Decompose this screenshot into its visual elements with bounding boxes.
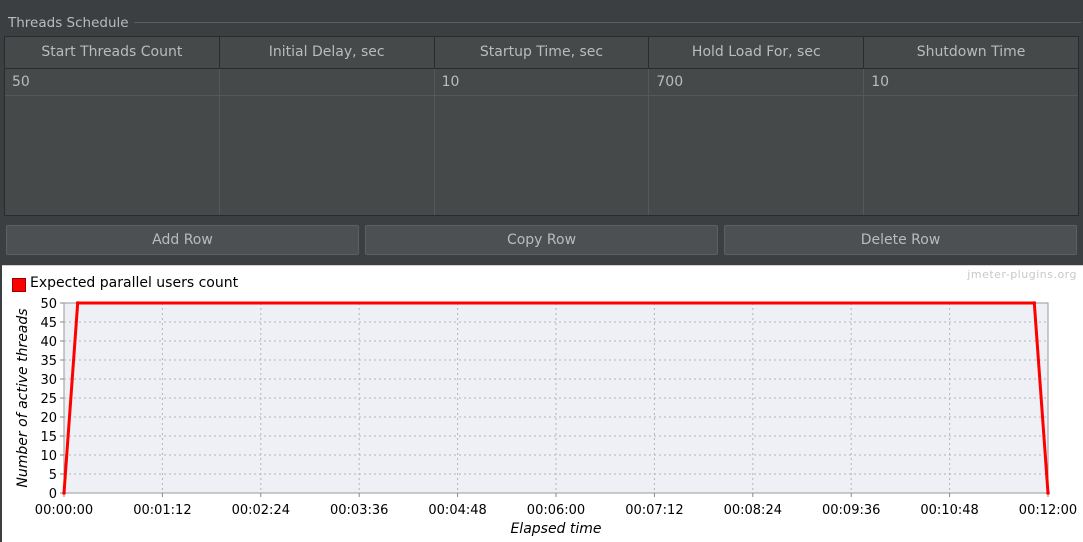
table-column: 700 (649, 69, 865, 215)
column-header-initial-delay[interactable]: Initial Delay, sec (220, 37, 435, 68)
x-tick-label: 00:00:00 (35, 503, 93, 518)
legend-swatch-icon (12, 278, 26, 292)
x-tick-label: 00:02:24 (232, 503, 290, 518)
y-tick-label: 20 (40, 411, 57, 426)
x-tick-label: 00:01:12 (133, 503, 191, 518)
table-column: 50 (5, 69, 220, 215)
threads-schedule-table[interactable]: Start Threads Count Initial Delay, sec S… (4, 36, 1079, 216)
table-column (219, 69, 435, 215)
y-tick-label: 40 (40, 335, 57, 350)
panel-title: Threads Schedule (8, 15, 134, 31)
x-tick-label: 00:06:00 (527, 503, 585, 518)
x-tick-label: 00:09:36 (822, 503, 880, 518)
column-header-startup-time[interactable]: Startup Time, sec (435, 37, 650, 68)
table-column: 10 (864, 69, 1078, 215)
x-tick-label: 00:12:00 (1019, 503, 1077, 518)
x-tick-label: 00:10:48 (920, 503, 978, 518)
copy-row-button[interactable]: Copy Row (365, 225, 718, 255)
table-cell-start-threads[interactable]: 50 (5, 69, 219, 96)
y-tick-label: 15 (40, 430, 57, 445)
column-header-hold-load[interactable]: Hold Load For, sec (649, 37, 865, 68)
column-header-start-threads[interactable]: Start Threads Count (5, 37, 220, 68)
x-axis-title: Elapsed time (510, 521, 601, 537)
y-tick-label: 5 (49, 468, 57, 483)
column-header-shutdown-time[interactable]: Shutdown Time (864, 37, 1078, 68)
y-tick-label: 50 (40, 297, 57, 312)
panel-title-row: Threads Schedule (0, 12, 1083, 36)
y-axis-title: Number of active threads (15, 308, 31, 487)
table-cell-shutdown-time[interactable]: 10 (864, 69, 1078, 96)
x-tick-label: 00:07:12 (625, 503, 683, 518)
x-tick-label: 00:04:48 (428, 503, 486, 518)
series-point (1046, 491, 1050, 495)
add-row-button[interactable]: Add Row (6, 225, 359, 255)
table-cell-startup-time[interactable]: 10 (434, 69, 649, 96)
y-tick-label: 35 (40, 354, 57, 369)
chart-canvas: 0 5 10 15 20 25 30 35 40 45 50 00:00:00 00:01:12 00:0… (15, 297, 1077, 537)
y-tick-label: 10 (40, 449, 57, 464)
table-column: 10 (434, 69, 650, 215)
delete-row-button[interactable]: Delete Row (724, 225, 1077, 255)
y-tick-label: 0 (49, 487, 57, 502)
panel-title-rule (128, 22, 1081, 23)
series-point (62, 491, 66, 495)
table-header: Start Threads Count Initial Delay, sec S… (5, 37, 1078, 69)
legend-label: Expected parallel users count (30, 275, 239, 291)
series-point (75, 301, 80, 305)
watermark: jmeter-plugins.org (967, 268, 1077, 281)
expected-users-chart: 0 5 10 15 20 25 30 35 40 45 50 00:00:00 00:01:12 00:0… (2, 265, 1083, 542)
y-tick-label: 45 (40, 316, 57, 331)
series-point (1032, 301, 1037, 305)
y-tick-label: 30 (40, 373, 57, 388)
y-tick-label: 25 (40, 392, 57, 407)
x-tick-label: 00:03:36 (330, 503, 388, 518)
table-cell-hold-load[interactable]: 700 (649, 69, 864, 96)
table-body: 50 10 700 10 (5, 69, 1078, 215)
table-cell-initial-delay[interactable] (219, 69, 434, 96)
x-tick-label: 00:08:24 (724, 503, 782, 518)
